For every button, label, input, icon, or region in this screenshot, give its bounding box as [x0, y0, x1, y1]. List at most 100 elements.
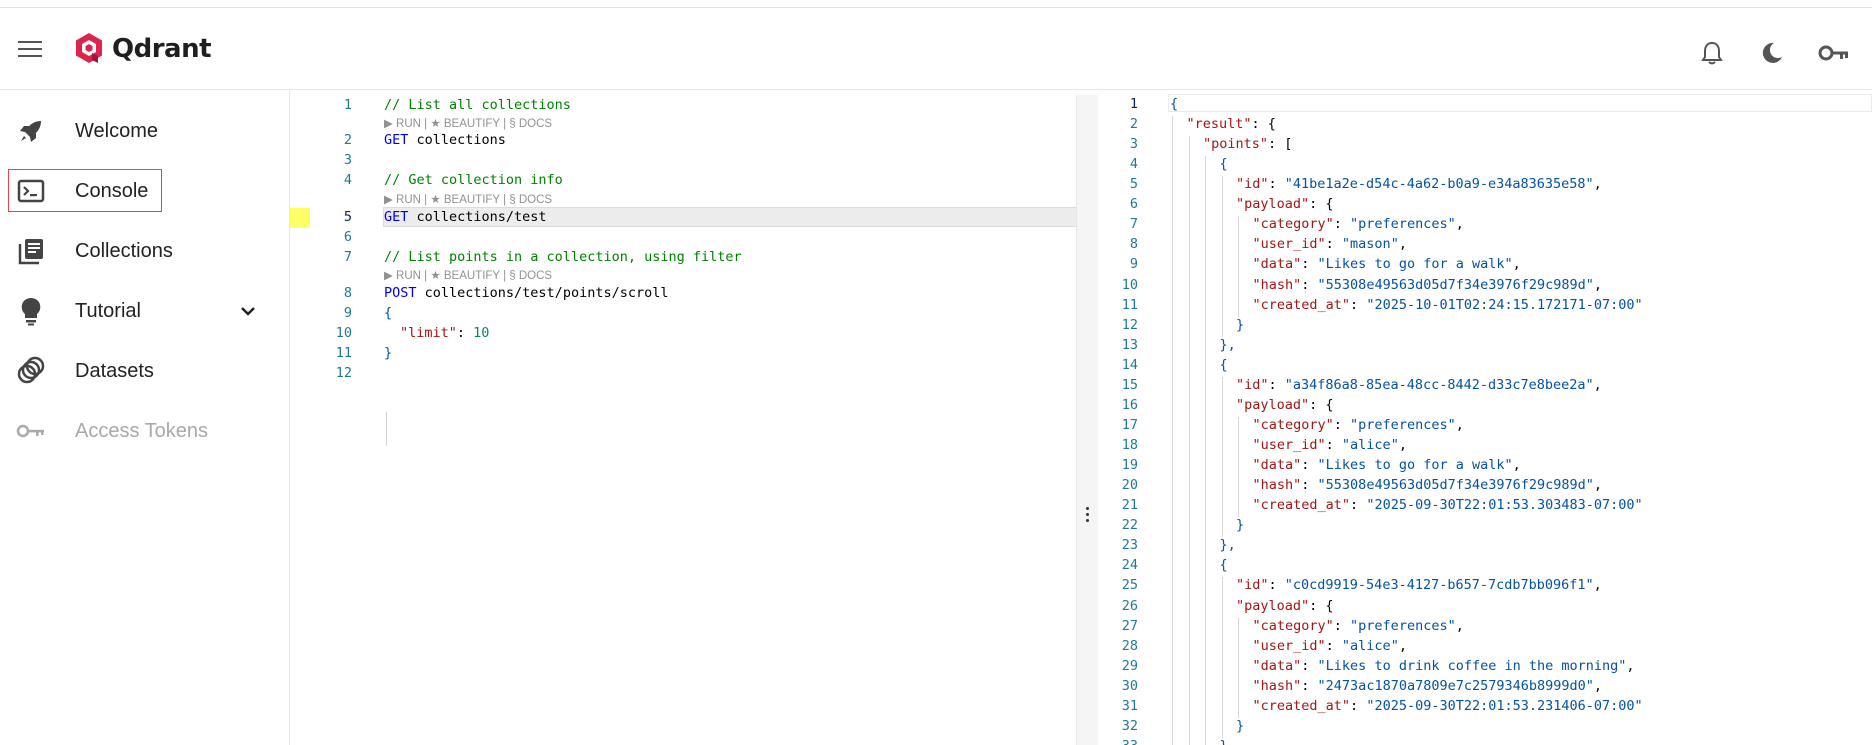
- request-editor[interactable]: 1 // List all collections ▶ RUN | ★ BEAU…: [290, 90, 1084, 745]
- json-punct: :: [1325, 236, 1342, 253]
- pane-resizer[interactable]: [1076, 95, 1098, 745]
- qdrant-logo[interactable]: Qdrant: [74, 31, 212, 67]
- json-punct: :: [1325, 637, 1342, 654]
- line-number: 9: [1129, 256, 1138, 273]
- json-punct: :: [1301, 457, 1318, 474]
- json-string: "2473ac1870a7809e7c2579346b8999d0": [1317, 677, 1594, 694]
- json-key: "data": [1252, 457, 1302, 474]
- json-key: "payload": [1236, 396, 1310, 413]
- code-comment: // List all collections: [384, 97, 571, 113]
- line-number: 19: [1121, 457, 1138, 474]
- menu-icon[interactable]: [18, 41, 42, 59]
- json-comma: ,: [1512, 256, 1521, 273]
- bell-icon[interactable]: [1698, 39, 1726, 67]
- json-line: "payload": {: [1236, 598, 1334, 614]
- json-key: "limit": [400, 325, 457, 341]
- json-line: "category": "preferences",: [1253, 417, 1464, 433]
- docs-action[interactable]: § DOCS: [509, 194, 552, 206]
- line-number: 16: [1121, 396, 1138, 413]
- code-line: GET collections/test: [384, 209, 547, 225]
- code-line: GET collections: [384, 132, 506, 148]
- sidebar-item-label: Tutorial: [75, 299, 141, 322]
- json-line: {: [1220, 357, 1228, 373]
- json-string: "alice": [1341, 437, 1399, 454]
- json-line: }: [1236, 718, 1244, 734]
- json-comma: ,: [1398, 236, 1407, 253]
- line-number: 2: [1129, 116, 1138, 133]
- beautify-action[interactable]: ★ BEAUTIFY: [430, 270, 500, 282]
- json-line: "hash": "55308e49563d05d7f34e3976f29c989…: [1253, 477, 1603, 493]
- indent-guide: [386, 412, 387, 446]
- line-number: 10: [1121, 276, 1138, 293]
- json-key: "points": [1203, 136, 1269, 153]
- key-icon[interactable]: [1817, 39, 1851, 67]
- json-line: "data": "Likes to go for a walk",: [1253, 256, 1521, 272]
- json-string: "preferences": [1350, 617, 1456, 634]
- request-path: collections: [408, 132, 506, 148]
- run-action[interactable]: ▶ RUN: [384, 194, 421, 206]
- json-punct: : [: [1268, 136, 1293, 153]
- json-key: "created_at": [1252, 296, 1351, 313]
- app-name: Qdrant: [112, 34, 212, 64]
- json-punct: :: [1268, 176, 1285, 193]
- run-action[interactable]: ▶ RUN: [384, 118, 421, 130]
- line-number: 14: [1121, 356, 1138, 373]
- json-key: "category": [1252, 617, 1334, 634]
- sidebar-item-collections[interactable]: Collections: [0, 226, 290, 276]
- drag-handle-icon[interactable]: [1086, 507, 1090, 525]
- sidebar-item-access-tokens[interactable]: Access Tokens: [0, 406, 290, 456]
- json-comma: ,: [1455, 617, 1464, 634]
- code-line: POST collections/test/points/scroll: [384, 285, 668, 301]
- json-punct: :: [1350, 296, 1367, 313]
- line-number: 6: [343, 229, 352, 245]
- json-key: "result": [1186, 116, 1252, 133]
- response-viewer[interactable]: 1{2 "result": {3 "points": [4{5 "id": "41be…: [1098, 90, 1872, 745]
- json-string: "41be1a2e-d54c-4a62-b0a9-e34a83635e58": [1284, 176, 1594, 193]
- json-punct: {: [1219, 156, 1228, 173]
- json-punct: :: [1333, 216, 1351, 233]
- docs-action[interactable]: § DOCS: [509, 118, 552, 130]
- rocket-icon: [16, 116, 46, 146]
- indent-guide: [1238, 416, 1239, 518]
- json-key: "created_at": [1252, 497, 1351, 514]
- json-line: "hash": "55308e49563d05d7f34e3976f29c989…: [1253, 277, 1603, 293]
- moon-icon[interactable]: [1758, 39, 1786, 67]
- json-comma: ,: [1626, 657, 1635, 674]
- docs-action[interactable]: § DOCS: [509, 270, 552, 282]
- line-number: 10: [335, 325, 352, 341]
- http-method: GET: [384, 209, 409, 225]
- json-punct: },: [1219, 336, 1236, 353]
- sidebar-item-datasets[interactable]: Datasets: [0, 346, 290, 396]
- sidebar: Welcome Console Collections Tutorial Dat…: [0, 90, 290, 745]
- json-punct: :: [1301, 677, 1318, 694]
- json-string: "2025-10-01T02:24:15.172171-07:00": [1366, 296, 1643, 313]
- chevron-down-icon[interactable]: [238, 301, 258, 321]
- json-punct: :: [1350, 697, 1367, 714]
- json-key: "id": [1236, 577, 1269, 594]
- beautify-action[interactable]: ★ BEAUTIFY: [430, 118, 500, 130]
- run-action[interactable]: ▶ RUN: [384, 270, 421, 282]
- line-number: 23: [1121, 537, 1138, 554]
- sidebar-item-tutorial[interactable]: Tutorial: [0, 286, 290, 336]
- json-punct: }: [1236, 717, 1245, 734]
- line-number: 6: [1129, 196, 1138, 213]
- line-number: 2: [343, 132, 352, 148]
- json-string: "2025-09-30T22:01:53.303483-07:00": [1366, 497, 1643, 514]
- http-method: POST: [384, 285, 417, 301]
- json-line: "id": "c0cd9919-54e3-4127-b657-7cdb7bb09…: [1236, 577, 1602, 593]
- line-number: 7: [343, 249, 352, 265]
- json-key: "hash": [1252, 477, 1302, 494]
- lens-separator: |: [499, 118, 510, 130]
- sidebar-item-console[interactable]: Console: [0, 166, 290, 216]
- json-comma: ,: [1593, 577, 1602, 594]
- sidebar-item-welcome[interactable]: Welcome: [0, 106, 290, 156]
- json-punct: :: [1268, 577, 1285, 594]
- json-key: "payload": [1236, 597, 1310, 614]
- line-number: 9: [343, 305, 352, 321]
- json-line: {: [1220, 557, 1228, 573]
- lens-separator: |: [420, 118, 431, 130]
- line-number: 27: [1121, 617, 1138, 634]
- indent-guide: [1221, 176, 1223, 337]
- beautify-action[interactable]: ★ BEAUTIFY: [430, 194, 500, 206]
- line-number: 3: [1129, 136, 1138, 153]
